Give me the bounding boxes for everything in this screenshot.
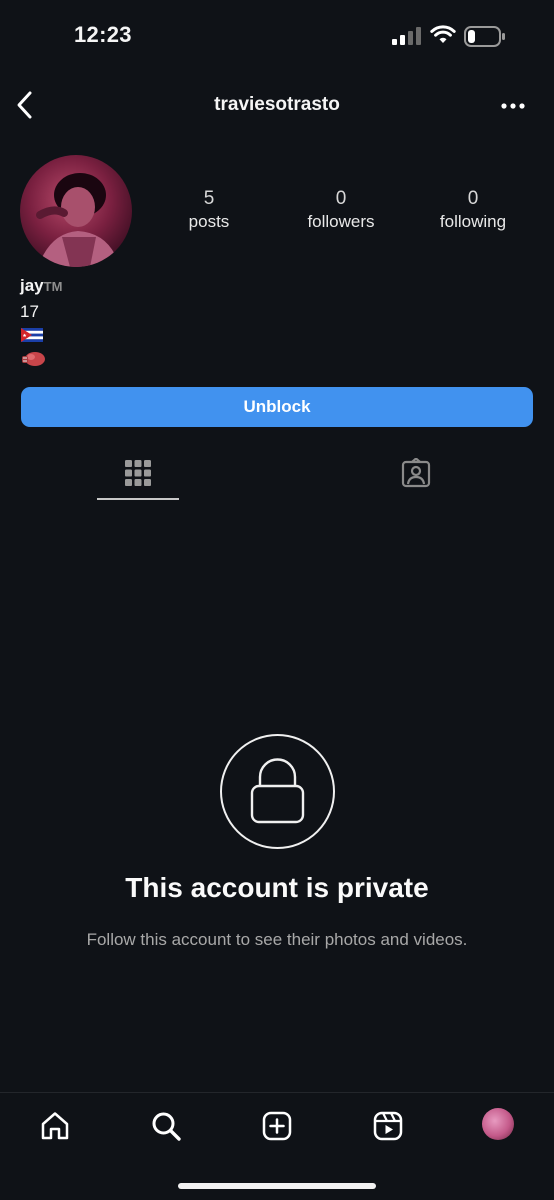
nav-create[interactable] [257,1106,297,1146]
boxing-glove-icon [22,352,45,366]
nav-home[interactable] [35,1106,75,1146]
battery-icon [464,26,505,47]
following-label: following [439,212,507,231]
create-icon [262,1111,292,1141]
display-name-text: jay [20,276,44,295]
bottom-nav-divider [0,1092,554,1093]
nav-search[interactable] [146,1106,186,1146]
more-options-icon[interactable] [500,96,526,116]
private-account-title: This account is private [125,872,429,903]
avatar-photo [36,173,120,267]
unblock-button[interactable]: Unblock [21,387,533,427]
nav-profile-avatar[interactable] [482,1108,514,1140]
posts-count: 5 [203,188,215,209]
trademark-suffix: TM [43,279,63,294]
nav-reels[interactable] [368,1106,408,1146]
grid-icon [125,460,151,486]
profile-username: traviesotrasto [214,94,340,115]
wifi-icon [430,25,456,43]
home-icon [41,1112,69,1140]
followers-stat[interactable]: 0 followers [281,188,401,232]
posts-stat[interactable]: 5 posts [149,188,269,232]
cuba-flag-icon [21,328,43,342]
private-account-subtitle: Follow this account to see their photos … [86,930,468,949]
profile-avatar[interactable] [20,155,132,267]
following-count: 0 [467,188,479,209]
private-lock-badge [220,734,335,849]
tab-posts-grid[interactable] [97,452,179,500]
reels-icon [373,1111,403,1141]
tagged-person-icon [401,458,431,488]
status-time: 12:23 [74,22,132,47]
profile-display-name: jayTM [20,276,62,296]
search-icon [152,1112,181,1141]
followers-label: followers [307,212,375,231]
bio-age: 17 [20,302,39,321]
tab-tagged[interactable] [375,452,457,498]
following-stat[interactable]: 0 following [413,188,533,232]
cellular-signal-icon [392,27,421,45]
followers-count: 0 [335,188,347,209]
lock-icon [250,758,305,824]
home-indicator [178,1183,376,1189]
posts-label: posts [188,212,230,231]
